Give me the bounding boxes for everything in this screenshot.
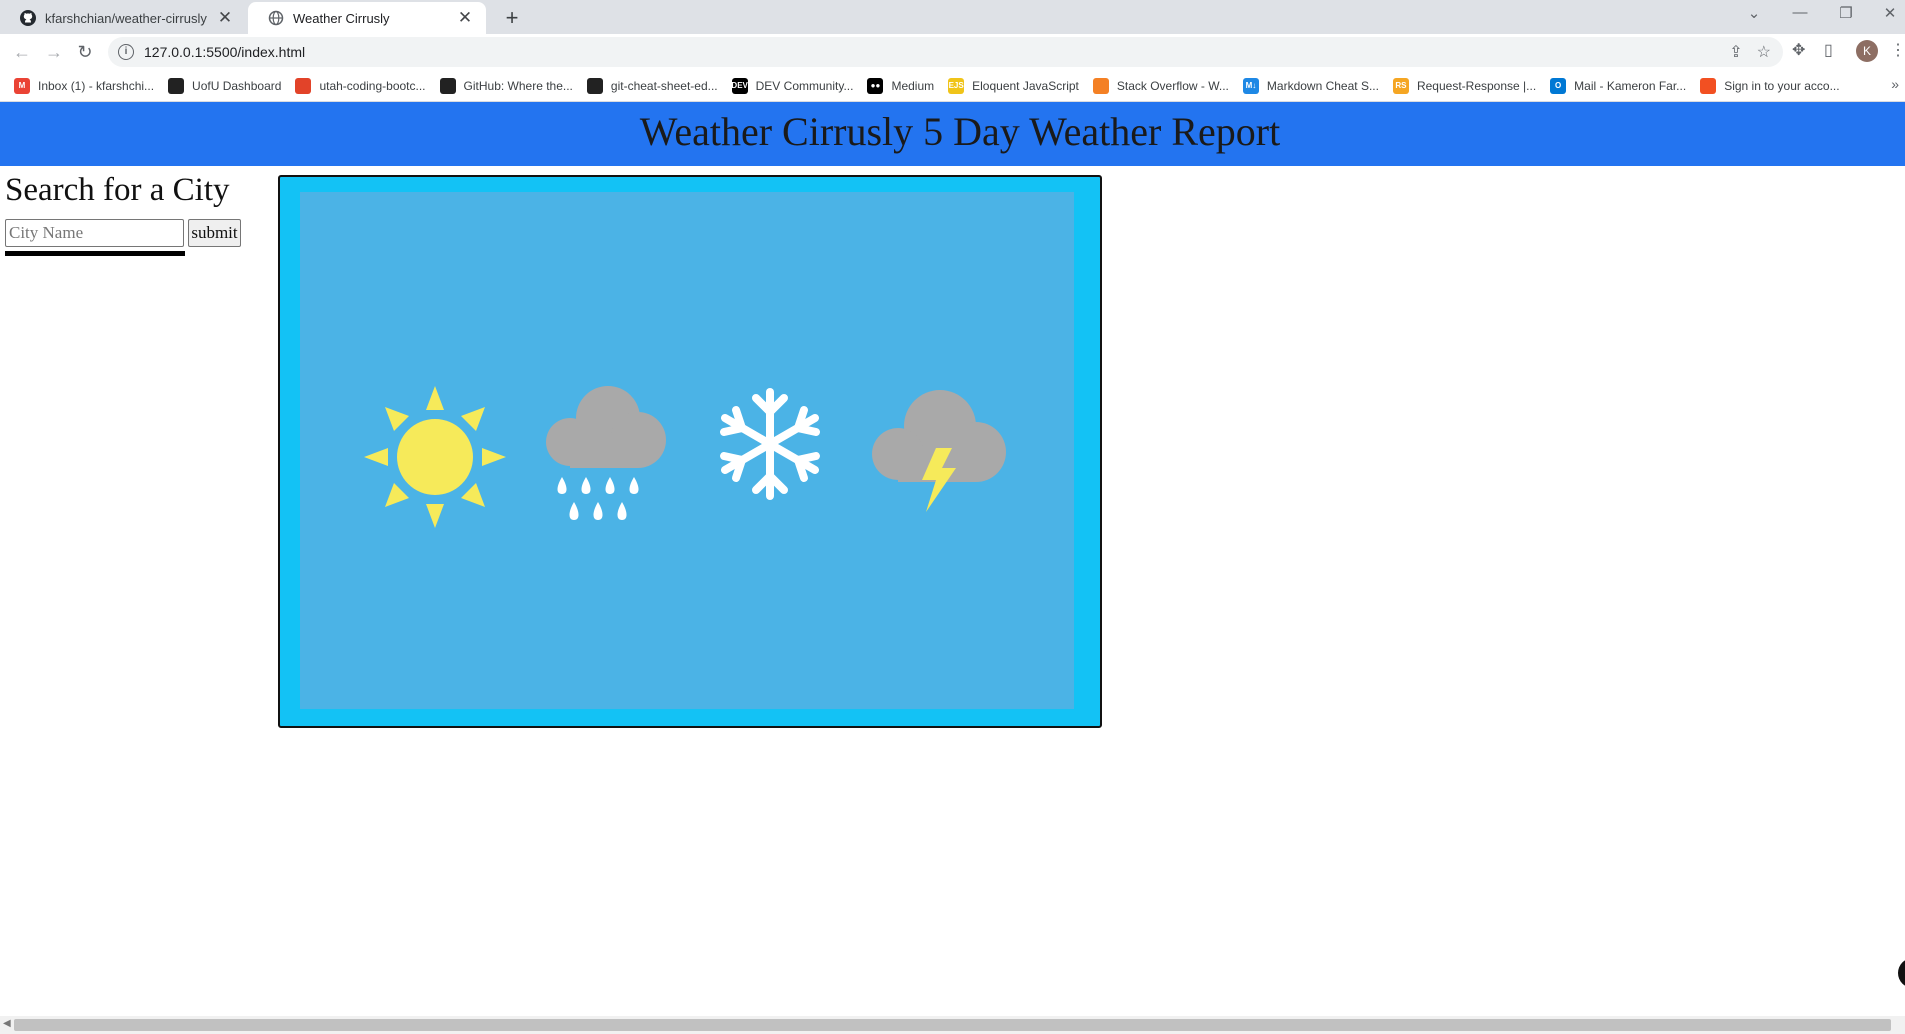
ejs-icon: EJS bbox=[948, 77, 965, 94]
bookmark-item[interactable]: GitHub: Where the... bbox=[439, 77, 573, 94]
bookmark-label: DEV Community... bbox=[755, 78, 854, 93]
share-icon[interactable]: ⇪ bbox=[1729, 42, 1742, 62]
url-text: 127.0.0.1:5500/index.html bbox=[144, 44, 306, 60]
close-tab-icon[interactable]: ✕ bbox=[456, 8, 474, 28]
bookmark-label: Markdown Cheat S... bbox=[1266, 78, 1379, 93]
new-tab-button[interactable]: + bbox=[498, 4, 526, 32]
rain-cloud-icon bbox=[546, 386, 666, 520]
search-divider bbox=[5, 251, 185, 256]
sun-icon bbox=[364, 386, 506, 528]
microsoft-icon bbox=[1700, 77, 1717, 94]
tab-strip: kfarshchian/weather-cirrusly ✕ Weather C… bbox=[0, 0, 1905, 34]
bookmark-label: Sign in to your acco... bbox=[1724, 78, 1840, 93]
menu-icon[interactable]: ⋮ bbox=[1890, 40, 1905, 60]
minimize-icon[interactable]: — bbox=[1780, 4, 1820, 21]
bookmark-item[interactable]: RS Request-Response |... bbox=[1392, 77, 1537, 94]
tab-search-icon[interactable]: ⌄ bbox=[1734, 4, 1774, 22]
medium-icon: ●● bbox=[867, 77, 884, 94]
scrollbar-thumb[interactable] bbox=[14, 1019, 1891, 1031]
canvas-icon bbox=[168, 77, 185, 94]
bookmark-label: UofU Dashboard bbox=[192, 78, 282, 93]
bookmark-label: utah-coding-bootc... bbox=[319, 78, 426, 93]
window-close-icon[interactable]: ✕ bbox=[1870, 4, 1905, 22]
gitlab-icon bbox=[295, 77, 312, 94]
bookmark-item[interactable]: UofU Dashboard bbox=[168, 77, 282, 94]
bookmark-item[interactable]: O Mail - Kameron Far... bbox=[1550, 77, 1687, 94]
globe-icon bbox=[268, 10, 284, 26]
bookmark-label: Stack Overflow - W... bbox=[1116, 78, 1229, 93]
weather-image-panel bbox=[300, 192, 1074, 709]
bookmark-item[interactable]: EJS Eloquent JavaScript bbox=[948, 77, 1079, 94]
side-panel-icon[interactable]: ▯ bbox=[1824, 40, 1833, 60]
snowflake-icon bbox=[720, 388, 820, 500]
bookmark-item[interactable]: Stack Overflow - W... bbox=[1092, 77, 1229, 94]
city-name-input[interactable] bbox=[5, 219, 184, 247]
bookmark-item[interactable]: M↓ Markdown Cheat S... bbox=[1242, 77, 1379, 94]
site-info-icon[interactable]: i bbox=[118, 44, 134, 60]
reload-icon[interactable]: ↻ bbox=[73, 40, 97, 64]
submit-button[interactable]: submit bbox=[188, 219, 241, 247]
horizontal-scrollbar[interactable]: ◀ bbox=[0, 1016, 1905, 1034]
bookmark-label: Request-Response |... bbox=[1416, 78, 1537, 93]
browser-toolbar: ← → ↻ i 127.0.0.1:5500/index.html ⇪ ☆ ✥ … bbox=[0, 34, 1905, 70]
bookmark-item[interactable]: utah-coding-bootc... bbox=[295, 77, 426, 94]
github-icon bbox=[586, 77, 603, 94]
bookmark-item[interactable]: ●● Medium bbox=[867, 77, 935, 94]
bookmark-item[interactable]: DEV DEV Community... bbox=[731, 77, 854, 94]
forward-icon[interactable]: → bbox=[42, 40, 66, 64]
weather-display-frame bbox=[278, 175, 1102, 728]
tab-title: Weather Cirrusly bbox=[293, 10, 390, 26]
tab-weather-cirrusly[interactable]: Weather Cirrusly ✕ bbox=[248, 2, 486, 34]
github-icon bbox=[20, 10, 36, 26]
bookmark-label: Mail - Kameron Far... bbox=[1574, 78, 1687, 93]
bookmark-item[interactable]: M Inbox (1) - kfarshchi... bbox=[14, 77, 155, 94]
gmail-icon: M bbox=[14, 77, 30, 94]
bookmark-item[interactable]: Sign in to your acco... bbox=[1700, 77, 1840, 94]
stackoverflow-icon bbox=[1092, 77, 1109, 94]
page-header: Weather Cirrusly 5 Day Weather Report bbox=[0, 102, 1905, 166]
bookmark-star-icon[interactable]: ☆ bbox=[1757, 42, 1771, 62]
github-icon bbox=[439, 77, 456, 94]
close-tab-icon[interactable]: ✕ bbox=[216, 8, 234, 28]
restore-icon[interactable]: ❐ bbox=[1826, 4, 1866, 22]
back-icon[interactable]: ← bbox=[10, 40, 34, 64]
extensions-icon[interactable]: ✥ bbox=[1792, 40, 1805, 60]
bookmark-label: Eloquent JavaScript bbox=[972, 78, 1079, 93]
bookmark-label: GitHub: Where the... bbox=[463, 78, 573, 93]
bookmark-label: git-cheat-sheet-ed... bbox=[610, 78, 718, 93]
bookmark-label: Inbox (1) - kfarshchi... bbox=[38, 78, 155, 93]
page-title: Weather Cirrusly 5 Day Weather Report bbox=[639, 109, 1281, 154]
bookmark-item[interactable]: git-cheat-sheet-ed... bbox=[586, 77, 718, 94]
bookmark-label: Medium bbox=[891, 78, 935, 93]
dev-icon: DEV bbox=[731, 77, 748, 94]
address-bar[interactable]: i 127.0.0.1:5500/index.html ⇪ ☆ bbox=[108, 37, 1783, 67]
outlook-icon: O bbox=[1550, 77, 1567, 94]
scroll-left-icon[interactable]: ◀ bbox=[3, 1018, 11, 1029]
page-viewport: Weather Cirrusly 5 Day Weather Report Se… bbox=[0, 102, 1905, 1016]
markdown-icon: M↓ bbox=[1242, 77, 1259, 94]
profile-avatar[interactable]: K bbox=[1856, 40, 1878, 62]
tab-github[interactable]: kfarshchian/weather-cirrusly ✕ bbox=[0, 2, 246, 34]
bookmarks-bar: M Inbox (1) - kfarshchi... UofU Dashboard u… bbox=[0, 70, 1905, 102]
search-heading: Search for a City bbox=[5, 172, 230, 208]
storm-cloud-icon bbox=[872, 390, 1006, 512]
tab-title: kfarshchian/weather-cirrusly bbox=[45, 10, 207, 26]
more-bookmarks-icon[interactable]: » bbox=[1891, 76, 1899, 92]
request-response-icon: RS bbox=[1392, 77, 1409, 94]
